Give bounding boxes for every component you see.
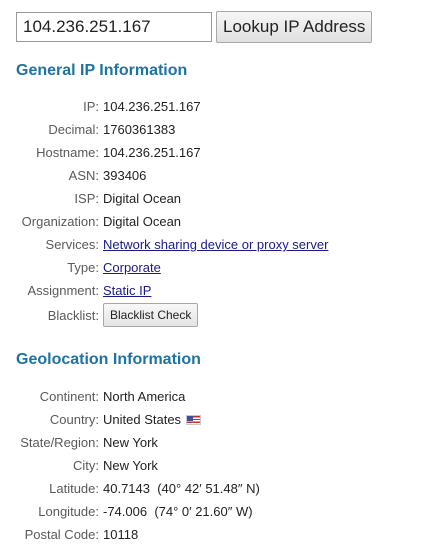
geolocation-info-rows: Continent: North America Country: United… — [0, 385, 430, 546]
type-label: Type: — [67, 260, 99, 275]
blacklist-label: Blacklist: — [47, 307, 99, 323]
decimal-value: 1760361383 — [103, 122, 176, 137]
hostname-label: Hostname: — [36, 145, 99, 160]
organization-row: Organization: Digital Ocean — [0, 210, 430, 233]
lookup-ip-button[interactable]: Lookup IP Address — [216, 11, 373, 43]
organization-value: Digital Ocean — [103, 214, 182, 229]
search-row: Lookup IP Address — [16, 11, 373, 43]
type-row: Type: Corporate — [0, 256, 430, 279]
postal-code-row: Postal Code: 10118 — [0, 523, 430, 546]
ip-label: IP: — [83, 99, 99, 114]
asn-label: ASN: — [68, 168, 99, 183]
us-flag-icon — [186, 414, 202, 425]
hostname-value: 104.236.251.167 — [103, 145, 201, 160]
state-row: State/Region: New York — [0, 431, 430, 454]
ip-value: 104.236.251.167 — [103, 99, 201, 114]
general-info-title: General IP Information — [16, 62, 188, 79]
services-link[interactable]: Network sharing device or proxy server — [103, 237, 328, 252]
assignment-label: Assignment: — [27, 283, 99, 298]
postal-code-label: Postal Code: — [24, 527, 99, 542]
general-info-rows: IP: 104.236.251.167 Decimal: 1760361383 … — [0, 95, 430, 328]
city-row: City: New York — [0, 454, 430, 477]
longitude-value: -74.006 (74° 0′ 21.60″ W) — [103, 504, 253, 519]
ip-lookup-page: Lookup IP Address General IP Information… — [0, 0, 430, 556]
hostname-row: Hostname: 104.236.251.167 — [0, 141, 430, 164]
blacklist-row: Blacklist: Blacklist Check — [0, 302, 430, 328]
country-value: United States — [103, 412, 182, 427]
longitude-row: Longitude: -74.006 (74° 0′ 21.60″ W) — [0, 500, 430, 523]
continent-value: North America — [103, 389, 186, 404]
decimal-label: Decimal: — [48, 122, 99, 137]
geolocation-info-title: Geolocation Information — [16, 351, 201, 368]
country-row: Country: United States — [0, 408, 430, 431]
assignment-link[interactable]: Static IP — [103, 283, 151, 298]
asn-value: 393406 — [103, 168, 147, 183]
services-row: Services: Network sharing device or prox… — [0, 233, 430, 256]
country-value-wrap: United States — [103, 412, 202, 427]
latitude-row: Latitude: 40.7143 (40° 42′ 51.48″ N) — [0, 477, 430, 500]
ip-address-input[interactable] — [16, 12, 212, 42]
longitude-label: Longitude: — [38, 504, 99, 519]
organization-label: Organization: — [21, 214, 99, 229]
continent-row: Continent: North America — [0, 385, 430, 408]
country-label: Country: — [49, 412, 99, 427]
continent-label: Continent: — [39, 389, 99, 404]
type-link[interactable]: Corporate — [103, 260, 161, 275]
asn-row: ASN: 393406 — [0, 164, 430, 187]
isp-label: ISP: — [74, 191, 99, 206]
assignment-row: Assignment: Static IP — [0, 279, 430, 302]
isp-row: ISP: Digital Ocean — [0, 187, 430, 210]
latitude-label: Latitude: — [49, 481, 99, 496]
ip-row: IP: 104.236.251.167 — [0, 95, 430, 118]
city-label: City: — [73, 458, 99, 473]
postal-code-value: 10118 — [103, 527, 139, 542]
latitude-value: 40.7143 (40° 42′ 51.48″ N) — [103, 481, 260, 496]
blacklist-check-button[interactable]: Blacklist Check — [103, 303, 199, 327]
decimal-row: Decimal: 1760361383 — [0, 118, 430, 141]
city-value: New York — [103, 458, 158, 473]
isp-value: Digital Ocean — [103, 191, 182, 206]
state-label: State/Region: — [20, 435, 99, 450]
state-value: New York — [103, 435, 158, 450]
services-label: Services: — [45, 237, 99, 252]
